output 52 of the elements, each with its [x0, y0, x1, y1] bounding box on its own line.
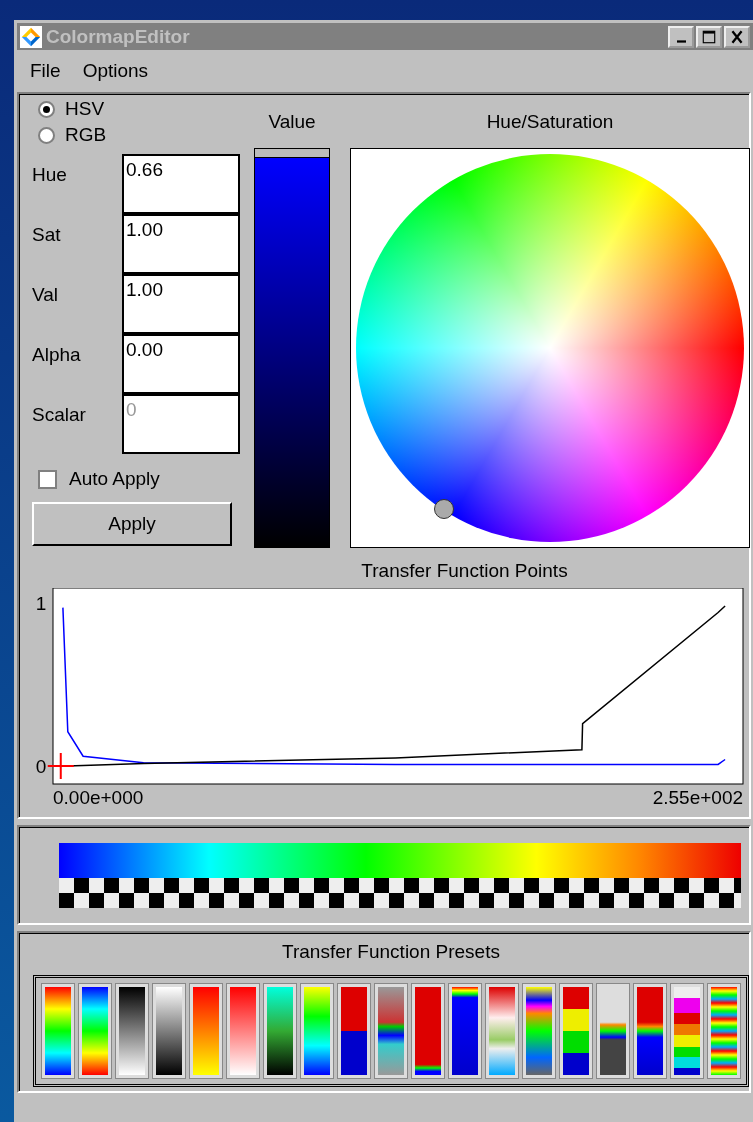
- field-label: Alpha: [32, 343, 82, 366]
- preset-swatch[interactable]: [411, 983, 445, 1079]
- y-tick-label: 0: [35, 756, 47, 778]
- apply-button[interactable]: Apply: [32, 502, 232, 546]
- preset-swatch[interactable]: [633, 983, 667, 1079]
- radio-label: HSV: [65, 98, 105, 120]
- preset-swatch[interactable]: [226, 983, 260, 1079]
- preset-swatch[interactable]: [41, 983, 75, 1079]
- minimize-icon: [676, 40, 686, 43]
- radio-label: RGB: [65, 124, 107, 146]
- hue-saturation-heading: Hue/Saturation: [486, 110, 614, 134]
- field-label: Hue: [32, 163, 68, 186]
- field-label: Sat: [32, 223, 62, 246]
- field-label: Scalar: [32, 403, 87, 426]
- menu-item[interactable]: File: [30, 60, 61, 82]
- preset-swatch[interactable]: [263, 983, 297, 1079]
- preset-swatch[interactable]: [78, 983, 112, 1079]
- window-title: ColormapEditor: [46, 25, 191, 48]
- preset-swatch[interactable]: [300, 983, 334, 1079]
- maximize-icon: [701, 29, 717, 44]
- input-field[interactable]: 0.00: [122, 334, 240, 394]
- preset-swatch[interactable]: [670, 983, 704, 1079]
- preset-swatch[interactable]: [485, 983, 519, 1079]
- preset-swatch[interactable]: [374, 983, 408, 1079]
- input-field[interactable]: 0.66: [122, 154, 240, 214]
- field-label: Val: [32, 283, 60, 306]
- checkbox[interactable]: [38, 469, 57, 489]
- control-point-marker[interactable]: [46, 752, 75, 781]
- preset-swatch[interactable]: [115, 983, 149, 1079]
- checkbox-label: Auto Apply: [69, 468, 160, 490]
- preset-swatch[interactable]: [522, 983, 556, 1079]
- x-tick-label: 0.00e+000: [53, 787, 144, 808]
- y-tick-label: 1: [35, 592, 47, 614]
- preset-swatch[interactable]: [152, 983, 186, 1079]
- wheel-handle[interactable]: [434, 499, 454, 519]
- preset-swatch[interactable]: [596, 983, 630, 1079]
- preset-swatch[interactable]: [189, 983, 223, 1079]
- preset-swatch[interactable]: [559, 983, 593, 1079]
- input-field[interactable]: 1.00: [122, 214, 240, 274]
- radio-button[interactable]: [38, 100, 55, 118]
- app-logo-icon: [20, 25, 42, 48]
- preset-swatch[interactable]: [707, 983, 741, 1079]
- close-icon: [729, 29, 745, 44]
- input-field[interactable]: 1.00: [122, 274, 240, 334]
- presets-heading: Transfer Function Presets: [282, 941, 500, 963]
- x-tick-label: 2.55e+002: [652, 787, 743, 808]
- preset-swatch[interactable]: [337, 983, 371, 1079]
- value-heading: Value: [268, 110, 316, 134]
- menu-item[interactable]: Options: [82, 60, 149, 82]
- preset-swatch[interactable]: [448, 983, 482, 1079]
- chart-title: Transfer Function Points: [361, 560, 568, 582]
- radio-button[interactable]: [38, 126, 55, 144]
